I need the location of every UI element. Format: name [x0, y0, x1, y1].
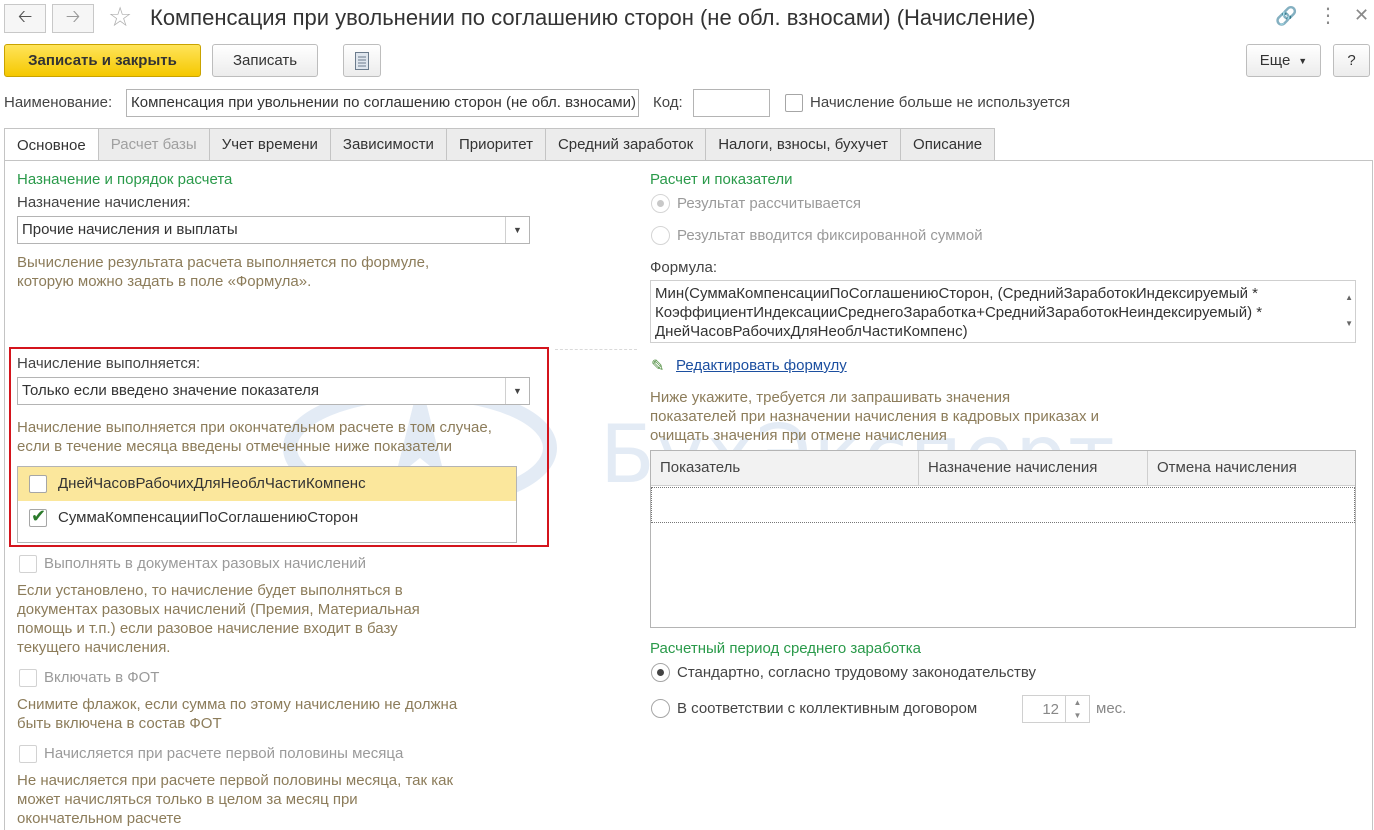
radio-collective-label: В соответствии с коллективным договором	[677, 700, 978, 717]
indicators-table: Показатель Назначение начисления Отмена …	[650, 450, 1356, 628]
formula-line-2: КоэффициентИндексацииСреднегоЗаработка+С…	[655, 304, 1263, 321]
tab-main[interactable]: Основное	[4, 128, 99, 161]
divider	[555, 349, 637, 350]
tab-average-earnings[interactable]: Средний заработок	[544, 128, 707, 160]
purpose-hint-2: которую можно задать в поле «Формула».	[17, 273, 312, 290]
one-time-hint-2: документах разовых начислений (Премия, М…	[17, 601, 420, 618]
tab-taxes[interactable]: Налоги, взносы, бухучет	[705, 128, 902, 160]
fot-label: Включать в ФОТ	[44, 669, 160, 686]
formula-line-1: Мин(СуммаКомпенсацииПоСоглашениюСторон, …	[655, 285, 1258, 302]
radio-calculated[interactable]	[651, 194, 670, 213]
first-half-hint-3: окончательном расчете	[17, 810, 182, 827]
chevron-down-icon: ▼	[1298, 55, 1308, 66]
column-header-cancel[interactable]: Отмена начисления	[1148, 451, 1355, 486]
months-unit: мес.	[1096, 700, 1127, 717]
tab-bar: Основное Расчет базы Учет времени Зависи…	[4, 128, 996, 161]
save-and-close-button[interactable]: Записать и закрыть	[4, 44, 201, 77]
months-stepper[interactable]: 12 ▲ ▼	[1022, 695, 1090, 723]
scrollbar[interactable]: ▲ ▼	[1345, 285, 1353, 337]
months-value: 12	[1042, 701, 1059, 718]
radio-standard-label: Стандартно, согласно трудовому законодат…	[677, 664, 1037, 681]
calc-section-title: Расчет и показатели	[650, 171, 793, 188]
fot-hint-2: быть включена в состав ФОТ	[17, 715, 222, 732]
code-field[interactable]	[693, 89, 770, 117]
table-row[interactable]	[651, 487, 1355, 523]
radio-fixed-label: Результат вводится фиксированной суммой	[677, 227, 983, 244]
purpose-label: Назначение начисления:	[17, 194, 191, 211]
help-button[interactable]: ?	[1333, 44, 1370, 77]
first-half-checkbox[interactable]	[19, 745, 37, 763]
more-actions-button[interactable]: Еще ▼	[1246, 44, 1321, 77]
formula-line-3: ДнейЧасовРабочихДляНеоблЧастиКомпенс)	[655, 323, 968, 340]
pencil-icon: ✎	[651, 358, 665, 375]
first-half-label: Начисляется при расчете первой половины …	[44, 745, 404, 762]
link-icon[interactable]: 🔗	[1275, 6, 1297, 27]
one-time-hint-1: Если установлено, то начисление будет вы…	[17, 582, 403, 599]
save-button[interactable]: Записать	[212, 44, 318, 77]
tab-dependencies[interactable]: Зависимости	[329, 128, 447, 160]
stepper-arrows-icon[interactable]: ▲ ▼	[1065, 696, 1089, 722]
more-actions-label: Еще	[1259, 52, 1291, 69]
highlight-frame	[9, 347, 549, 547]
purpose-hint-1: Вычисление результата расчета выполняетс…	[17, 254, 430, 271]
tab-base-calc: Расчет базы	[97, 128, 210, 160]
first-half-hint-1: Не начисляется при расчете первой полови…	[17, 772, 454, 789]
fot-hint-1: Снимите флажок, если сумма по этому начи…	[17, 696, 458, 713]
tab-description[interactable]: Описание	[900, 128, 996, 160]
purpose-section-title: Назначение и порядок расчета	[17, 171, 233, 188]
edit-formula-link[interactable]: Редактировать формулу	[676, 357, 847, 374]
not-used-checkbox[interactable]	[785, 94, 803, 112]
list-icon	[355, 51, 369, 70]
one-time-checkbox[interactable]	[19, 555, 37, 573]
code-label: Код:	[653, 94, 683, 111]
purpose-select[interactable]: Прочие начисления и выплаты ▼	[17, 216, 530, 244]
radio-calculated-label: Результат рассчитывается	[677, 195, 862, 212]
forward-button[interactable]: 🡢	[52, 4, 94, 33]
one-time-hint-4: текущего начисления.	[17, 639, 171, 656]
purpose-value: Прочие начисления и выплаты	[22, 221, 238, 238]
first-half-hint-2: может начисляться только в целом за меся…	[17, 791, 358, 808]
fot-checkbox[interactable]	[19, 669, 37, 687]
window-title: Компенсация при увольнении по соглашению…	[150, 5, 1036, 30]
back-button[interactable]: 🡠	[4, 4, 46, 33]
document-list-button[interactable]	[343, 44, 381, 77]
one-time-hint-3: помощь и т.п.) если разовое начисление в…	[17, 620, 398, 637]
formula-field[interactable]: Мин(СуммаКомпенсацииПоСоглашениюСторон, …	[650, 280, 1356, 343]
column-header-indicator[interactable]: Показатель	[651, 451, 919, 486]
table-header: Показатель Назначение начисления Отмена …	[651, 451, 1355, 486]
one-time-label: Выполнять в документах разовых начислени…	[44, 555, 366, 572]
close-icon[interactable]: ✕	[1354, 5, 1369, 26]
chevron-down-icon[interactable]: ▼	[505, 217, 529, 243]
not-used-label: Начисление больше не используется	[810, 94, 1071, 111]
column-header-assign[interactable]: Назначение начисления	[919, 451, 1148, 486]
arrow-right-icon: 🡢	[65, 5, 81, 26]
request-hint-3: очищать значения при отмене начисления	[650, 427, 947, 444]
name-field[interactable]: Компенсация при увольнении по соглашению…	[126, 89, 639, 117]
request-hint-1: Ниже укажите, требуется ли запрашивать з…	[650, 389, 1011, 406]
request-hint-2: показателей при назначении начисления в …	[650, 408, 1100, 425]
arrow-left-icon: 🡠	[17, 5, 33, 26]
more-icon[interactable]: ⋮	[1318, 3, 1338, 28]
name-label: Наименование:	[4, 94, 113, 111]
avg-section-title: Расчетный период среднего заработка	[650, 640, 921, 657]
star-icon[interactable]: ☆	[108, 2, 132, 33]
radio-standard[interactable]	[651, 663, 670, 682]
tab-time-accounting[interactable]: Учет времени	[208, 128, 331, 160]
tab-priority[interactable]: Приоритет	[445, 128, 546, 160]
radio-collective[interactable]	[651, 699, 670, 718]
formula-label: Формула:	[650, 259, 718, 276]
radio-fixed[interactable]	[651, 226, 670, 245]
